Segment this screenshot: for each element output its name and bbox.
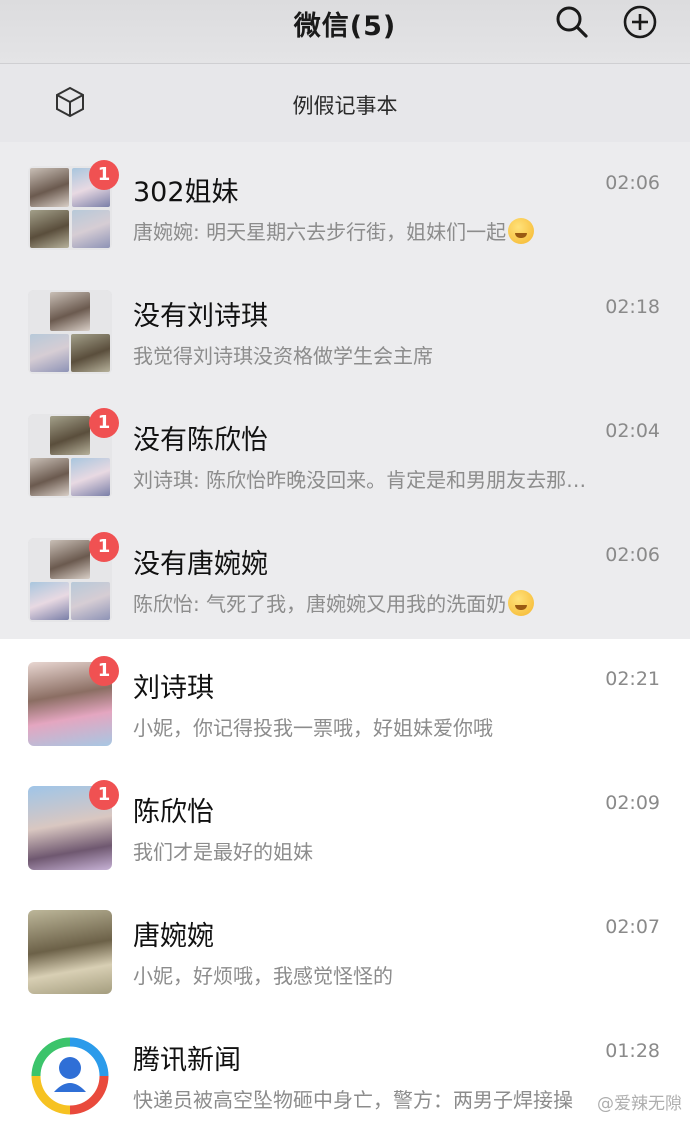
add-icon[interactable] [622,4,658,40]
search-icon[interactable] [554,4,590,40]
chat-preview: 小妮，你记得投我一票哦，好姐妹爱你哦 [133,716,493,740]
chat-name: 腾讯新闻 [133,1045,241,1076]
unread-badge: 1 [89,656,119,686]
chat-row-liu[interactable]: 1 刘诗琪 02:21 小妮，你记得投我一票哦，好姐妹爱你哦 [0,638,690,762]
chat-time: 02:18 [605,296,660,318]
chat-row-chen[interactable]: 1 陈欣怡 02:09 我们才是最好的姐妹 [0,762,690,886]
chat-time: 02:06 [605,172,660,194]
chat-time: 02:07 [605,916,660,938]
group-avatar [28,290,112,374]
emoji-icon [508,590,535,616]
chat-time: 02:06 [605,544,660,566]
folder-bar[interactable]: 例假记事本 [0,64,690,142]
chat-name: 302姐妹 [133,177,239,208]
chat-preview: 小妮，好烦哦，我感觉怪怪的 [133,964,393,988]
chat-row-no-tang[interactable]: 1 没有唐婉婉 02:06 陈欣怡: 气死了我，唐婉婉又用我的洗面奶 [0,514,690,638]
folder-label: 例假记事本 [292,94,398,118]
chat-name: 刘诗琪 [133,673,214,704]
title-bar: 微信(5) [0,0,690,64]
unread-badge: 1 [89,532,119,562]
chat-time: 02:04 [605,420,660,442]
chat-row-tang[interactable]: 唐婉婉 02:07 小妮，好烦哦，我感觉怪怪的 [0,886,690,1010]
chat-name: 没有唐婉婉 [133,549,268,580]
chat-row-no-chen[interactable]: 1 没有陈欣怡 02:04 刘诗琪: 陈欣怡昨晚没回来。肯定是和男朋友去那… [0,390,690,514]
chat-preview: 快递员被高空坠物砸中身亡，警方：两男子焊接操 [133,1088,573,1112]
chat-row-no-liu[interactable]: 没有刘诗琪 02:18 我觉得刘诗琪没资格做学生会主席 [0,266,690,390]
chat-row-302[interactable]: 1 302姐妹 02:06 唐婉婉: 明天星期六去步行街，姐妹们一起 [0,142,690,266]
watermark: @爱辣无隙 [597,1094,682,1114]
chat-name: 唐婉婉 [133,921,214,952]
chat-name: 没有刘诗琪 [133,301,268,332]
unread-badge: 1 [89,160,119,190]
chat-name: 没有陈欣怡 [133,425,268,456]
chat-preview: 唐婉婉: 明天星期六去步行街，姐妹们一起 [133,216,535,245]
unread-badge: 1 [89,408,119,438]
unread-badge: 1 [89,780,119,810]
chat-preview: 我觉得刘诗琪没资格做学生会主席 [133,344,433,368]
chat-time: 01:28 [605,1040,660,1062]
emoji-icon [508,218,535,244]
chat-name: 陈欣怡 [133,797,214,828]
chat-row-tencent-news[interactable]: 腾讯新闻 01:28 快递员被高空坠物砸中身亡，警方：两男子焊接操 [0,1010,690,1122]
chat-preview: 陈欣怡: 气死了我，唐婉婉又用我的洗面奶 [133,588,535,617]
contact-avatar [28,910,112,994]
chat-time: 02:21 [605,668,660,690]
chat-preview-text: 唐婉婉: 明天星期六去步行街，姐妹们一起 [133,220,507,244]
chat-preview: 刘诗琪: 陈欣怡昨晚没回来。肯定是和男朋友去那… [133,468,587,492]
tencent-news-logo-icon [28,1034,112,1118]
chat-preview-text: 陈欣怡: 气死了我，唐婉婉又用我的洗面奶 [133,592,507,616]
chat-preview: 我们才是最好的姐妹 [133,840,313,864]
chat-time: 02:09 [605,792,660,814]
